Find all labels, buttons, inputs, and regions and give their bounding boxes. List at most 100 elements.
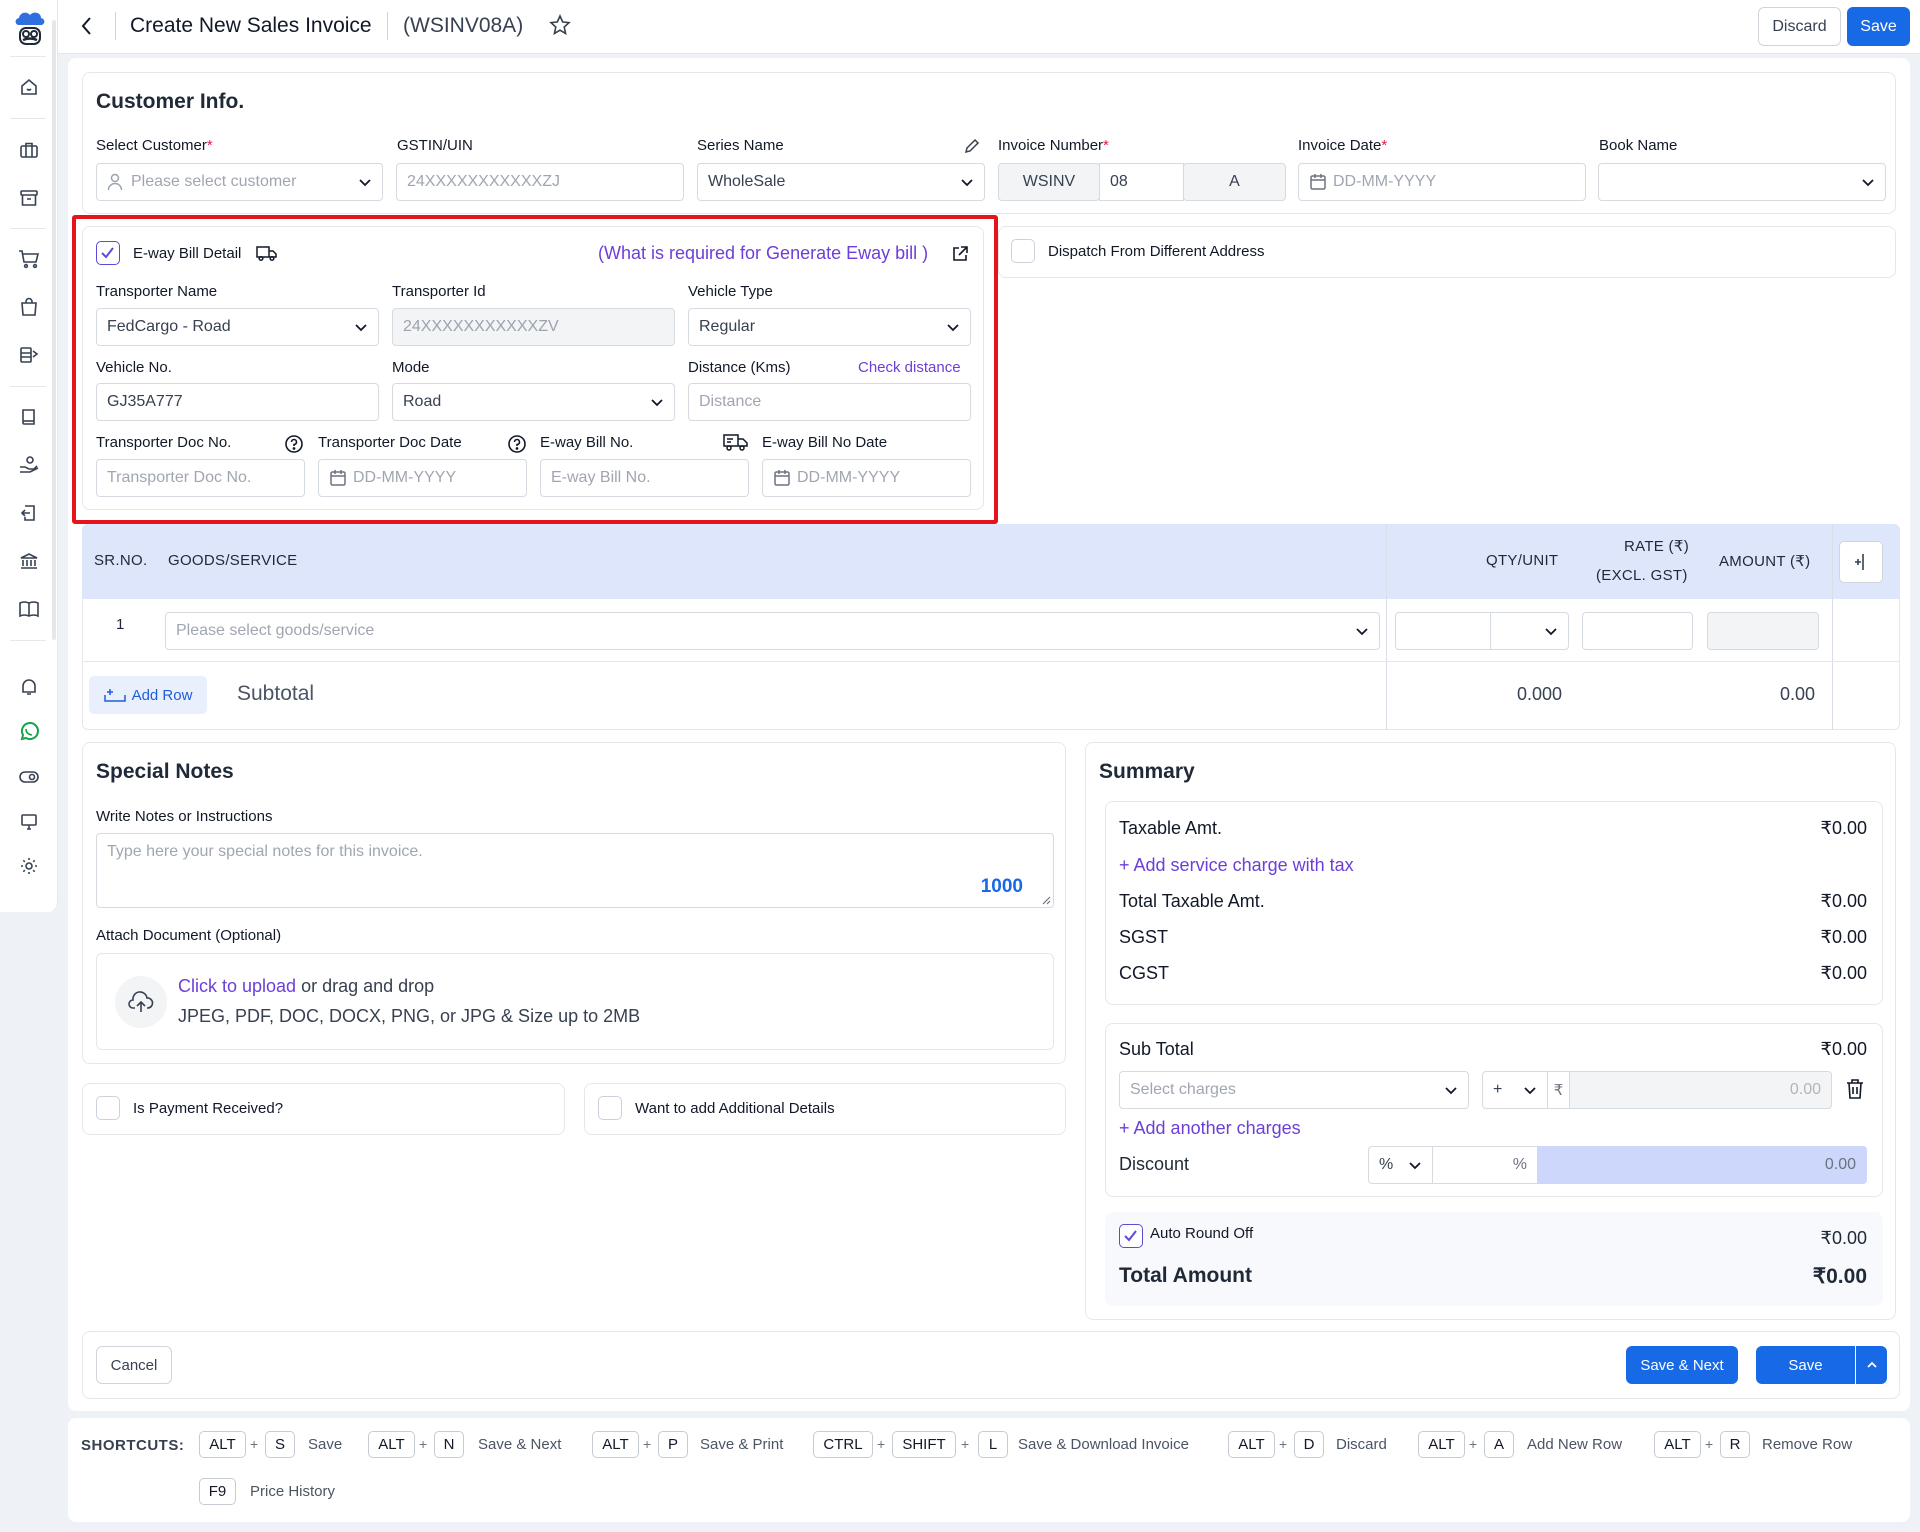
shortcut-key: S [265, 1431, 295, 1458]
taxable-row: Taxable Amt. ₹0.00 [1119, 818, 1867, 838]
doc-date-input[interactable]: DD-MM-YYYY [318, 459, 527, 497]
check-distance-link[interactable]: Check distance [858, 359, 961, 376]
plus-icon: + [1119, 1118, 1134, 1138]
help-circle-icon[interactable] [284, 434, 304, 459]
monitor-icon[interactable] [15, 808, 43, 836]
bag-icon[interactable] [15, 293, 43, 321]
briefcase-icon[interactable] [15, 136, 43, 164]
chat-icon[interactable] [15, 673, 43, 701]
additional-details-checkbox[interactable] [598, 1096, 622, 1120]
invoice-date-input[interactable]: DD-MM-YYYY [1298, 163, 1586, 201]
back-icon[interactable] [80, 15, 94, 42]
charge-amount-input[interactable]: ₹ 0.00 [1547, 1071, 1832, 1109]
transporter-name-dropdown[interactable]: FedCargo - Road [96, 308, 379, 346]
charge-sign-dropdown[interactable]: + [1482, 1071, 1548, 1109]
toggle-icon[interactable] [15, 763, 43, 791]
whatsapp-icon[interactable] [15, 718, 43, 746]
trash-icon[interactable] [1845, 1078, 1865, 1105]
upload-dropzone[interactable] [96, 953, 1054, 1050]
eway-help-link[interactable]: (What is required for Generate Eway bill… [598, 243, 928, 264]
upload-text: Click to upload or drag and drop [178, 976, 435, 996]
save-button[interactable]: Save [1847, 7, 1910, 46]
inventory-icon[interactable] [15, 341, 43, 369]
col-rate: RATE (₹) [1624, 538, 1689, 555]
rate-input[interactable] [1582, 612, 1693, 650]
archive-icon[interactable] [15, 184, 43, 212]
qty-input[interactable] [1395, 612, 1491, 650]
bank-icon[interactable] [15, 547, 43, 575]
hand-coin-icon[interactable] [15, 451, 43, 479]
discount-type-dropdown[interactable]: % [1368, 1146, 1433, 1184]
star-icon[interactable] [549, 14, 571, 41]
footer-save-button[interactable]: Save [1756, 1346, 1855, 1384]
vehicle-type-dropdown[interactable]: Regular [688, 308, 971, 346]
col-amount: AMOUNT (₹) [1719, 553, 1811, 570]
eway-date-label: E-way Bill No Date [762, 434, 888, 451]
mode-dropdown[interactable]: Road [392, 383, 675, 421]
open-book-icon[interactable] [15, 595, 43, 623]
mode-label: Mode [392, 359, 430, 376]
shortcut-key: ALT [199, 1431, 246, 1458]
transporter-name-label: Transporter Name [96, 283, 218, 300]
discard-button[interactable]: Discard [1758, 7, 1841, 46]
doc-no-label: Transporter Doc No. [96, 434, 232, 451]
chevron-down-icon [961, 179, 973, 187]
settings-icon[interactable] [15, 852, 43, 880]
unit-dropdown[interactable] [1490, 612, 1569, 650]
click-to-upload-link[interactable]: Click to upload [178, 976, 296, 996]
discount-percent-input[interactable]: % [1432, 1146, 1538, 1184]
eway-date-input[interactable]: DD-MM-YYYY [762, 459, 971, 497]
external-link-icon[interactable] [951, 245, 969, 268]
doc-no-input[interactable]: Transporter Doc No. [96, 459, 305, 497]
invoice-number-label: Invoice Number* [998, 137, 1109, 154]
vehicle-no-input[interactable]: GJ35A777 [96, 383, 379, 421]
goods-service-dropdown[interactable]: Please select goods/service [165, 612, 1380, 650]
truck-icon [256, 244, 278, 267]
col-rate-sub: (EXCL. GST) [1596, 567, 1688, 584]
receipt-return-icon[interactable] [15, 499, 43, 527]
add-service-charge-link[interactable]: + Add service charge with tax [1119, 855, 1354, 876]
eway-no-input[interactable]: E-way Bill No. [540, 459, 749, 497]
chevron-down-icon [651, 399, 663, 407]
doc-date-label: Transporter Doc Date [318, 434, 462, 451]
book-name-dropdown[interactable] [1598, 163, 1886, 201]
save-next-button[interactable]: Save & Next [1626, 1346, 1738, 1384]
cart-icon[interactable] [15, 245, 43, 273]
delivery-truck-icon [723, 432, 749, 457]
payment-received-checkbox[interactable] [96, 1096, 120, 1120]
book-icon[interactable] [15, 403, 43, 431]
series-name-dropdown[interactable]: WholeSale [697, 163, 985, 201]
total-taxable-row: Total Taxable Amt. ₹0.00 [1119, 891, 1867, 911]
distance-input[interactable]: Distance [688, 383, 971, 421]
select-customer-dropdown[interactable]: Please select customer [96, 163, 383, 201]
sidebar-scrollbar[interactable] [52, 20, 56, 640]
add-another-charges-link[interactable]: + Add another charges [1119, 1118, 1301, 1139]
edit-pencil-icon[interactable] [963, 137, 981, 160]
shortcut-key: N [434, 1431, 464, 1458]
shortcuts-title: SHORTCUTS: [81, 1437, 185, 1454]
calendar-icon [329, 469, 347, 487]
cancel-button[interactable]: Cancel [96, 1346, 172, 1384]
select-charges-dropdown[interactable]: Select charges [1119, 1071, 1469, 1109]
gstin-input[interactable]: 24XXXXXXXXXXXZJ [396, 163, 684, 201]
shortcut-key: ALT [368, 1431, 415, 1458]
row-sr: 1 [116, 616, 125, 633]
invoice-prefix: WSINV [998, 163, 1100, 201]
sgst-row: SGST ₹0.00 [1119, 927, 1867, 947]
notes-textarea[interactable]: Type here your special notes for this in… [96, 833, 1054, 908]
dispatch-label: Dispatch From Different Address [1048, 243, 1265, 260]
resize-handle-icon[interactable] [1041, 895, 1051, 905]
add-row-button[interactable]: Add Row [89, 676, 207, 714]
subtotal-label: Subtotal [237, 682, 315, 705]
help-circle-icon[interactable] [507, 434, 527, 459]
shortcut-label: Discard [1336, 1436, 1387, 1453]
home-icon[interactable] [15, 73, 43, 101]
book-name-label: Book Name [1599, 137, 1678, 154]
dispatch-checkbox[interactable] [1011, 239, 1035, 263]
auto-round-off-checkbox[interactable] [1119, 1224, 1143, 1248]
invoice-number-input[interactable]: 08 [1099, 163, 1184, 201]
save-options-button[interactable] [1856, 1346, 1887, 1384]
logo-icon[interactable] [12, 8, 48, 50]
column-settings-button[interactable] [1839, 541, 1883, 583]
eway-bill-checkbox[interactable] [96, 241, 120, 265]
